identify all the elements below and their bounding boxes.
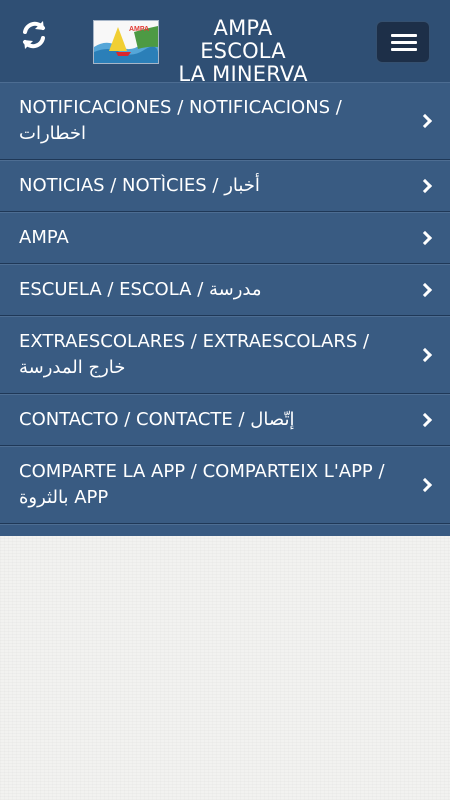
- chevron-right-icon: [417, 282, 433, 298]
- chevron-right-icon: [417, 347, 433, 363]
- chevron-right-icon: [417, 477, 433, 493]
- menu-item-extraescolares[interactable]: EXTRAESCOLARES / EXTRAESCOLARS / خارج ال…: [0, 316, 450, 394]
- menu-item-comparte-app[interactable]: COMPARTE LA APP / COMPARTEIX L'APP / بال…: [0, 446, 450, 524]
- menu-item-label: AMPA: [19, 227, 69, 248]
- chevron-right-icon: [417, 230, 433, 246]
- menu-item-label: COMPARTE LA APP / COMPARTEIX L'APP / بال…: [19, 461, 385, 508]
- menu-item-label: NOTICIAS / NOTÌCIES / أخبار: [19, 175, 260, 196]
- refresh-icon[interactable]: [17, 18, 51, 52]
- menu-item-escuela[interactable]: ESCUELA / ESCOLA / مدرسة: [0, 264, 450, 316]
- menu-item-label: CONTACTO / CONTACTE / إتّصال: [19, 409, 295, 430]
- chevron-right-icon: [417, 178, 433, 194]
- chevron-right-icon: [417, 113, 433, 129]
- hamburger-menu-button[interactable]: [376, 21, 430, 63]
- menu-item-notificaciones[interactable]: NOTIFICACIONES / NOTIFICACIONS / اخطارات: [0, 82, 450, 160]
- menu-item-label: NOTIFICACIONES / NOTIFICACIONS / اخطارات: [19, 97, 342, 144]
- main-menu: NOTIFICACIONES / NOTIFICACIONS / اخطارات…: [0, 82, 450, 536]
- page-background: [0, 522, 450, 800]
- menu-item-ampa[interactable]: AMPA: [0, 212, 450, 264]
- menu-item-label: ESCUELA / ESCOLA / مدرسة: [19, 279, 262, 300]
- menu-item-contacto[interactable]: CONTACTO / CONTACTE / إتّصال: [0, 394, 450, 446]
- menu-item-label: EXTRAESCOLARES / EXTRAESCOLARS / خارج ال…: [19, 331, 370, 378]
- ampa-logo: AMPA: [93, 20, 159, 64]
- app-title: AMPA ESCOLA LA MINERVA: [170, 17, 316, 86]
- menu-bottom-spacer: [0, 524, 450, 536]
- logo-text: AMPA: [129, 26, 149, 33]
- title-line-1: AMPA ESCOLA: [200, 16, 286, 63]
- menu-item-noticias[interactable]: NOTICIAS / NOTÌCIES / أخبار: [0, 160, 450, 212]
- app-header: AMPA AMPA ESCOLA LA MINERVA: [0, 0, 450, 86]
- chevron-right-icon: [417, 412, 433, 428]
